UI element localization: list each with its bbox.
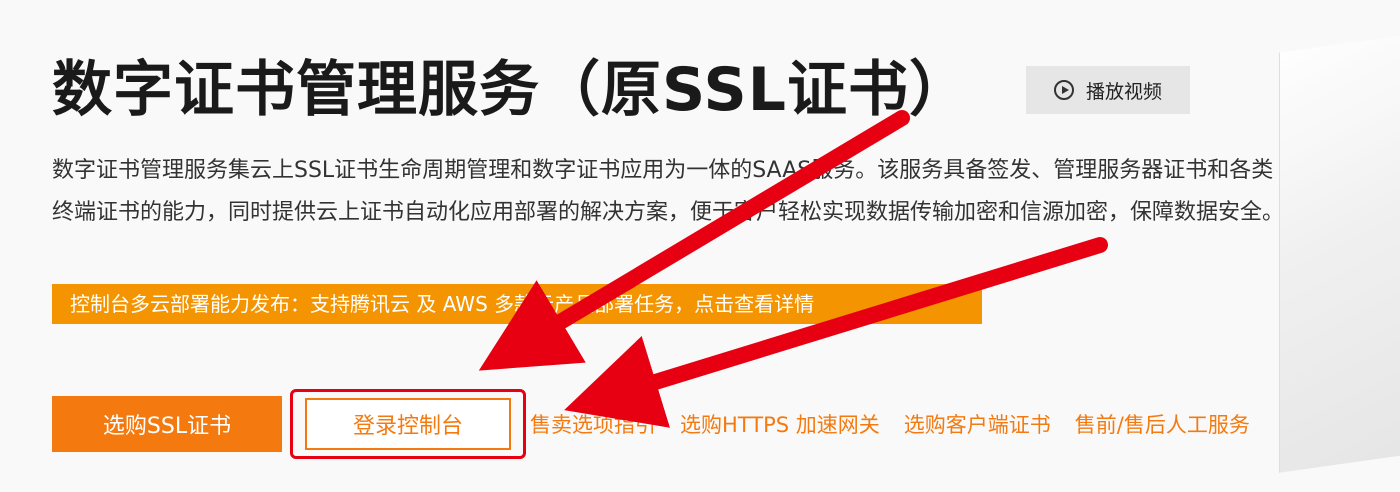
buy-ssl-certificate-button[interactable]: 选购SSL证书 [52, 396, 282, 452]
announcement-banner[interactable]: 控制台多云部署能力发布：支持腾讯云 及 AWS 多款云产品部署任务，点击查看详情 [52, 284, 982, 324]
title-row: 数字证书管理服务（原SSL证书） 播放视频 [52, 52, 1190, 128]
buy-client-certificate-link[interactable]: 选购客户端证书 [904, 409, 1051, 439]
hero-section: 数字证书管理服务（原SSL证书） 播放视频 数字证书管理服务集云上SSL证书生命… [52, 0, 1372, 492]
play-video-label: 播放视频 [1085, 80, 1162, 103]
presale-aftersale-service-link[interactable]: 售前/售后人工服务 [1075, 409, 1250, 439]
buy-https-gateway-link[interactable]: 选购HTTPS 加速网关 [680, 409, 880, 439]
product-description: 数字证书管理服务集云上SSL证书生命周期管理和数字证书应用为一体的SAAS服务。… [52, 158, 1285, 225]
page-title: 数字证书管理服务（原SSL证书） [52, 55, 970, 125]
login-console-button[interactable]: 登录控制台 [305, 398, 511, 450]
actions-row: 选购SSL证书 登录控制台 售卖选项指引 选购HTTPS 加速网关 选购客户端证… [52, 389, 1274, 459]
play-circle-icon [1053, 80, 1074, 100]
console-button-annotation-box: 登录控制台 [290, 389, 526, 459]
purchase-options-guide-link[interactable]: 售卖选项指引 [530, 409, 656, 439]
text-links: 售卖选项指引 选购HTTPS 加速网关 选购客户端证书 售前/售后人工服务 [530, 409, 1274, 439]
play-video-button[interactable]: 播放视频 [1025, 66, 1190, 114]
